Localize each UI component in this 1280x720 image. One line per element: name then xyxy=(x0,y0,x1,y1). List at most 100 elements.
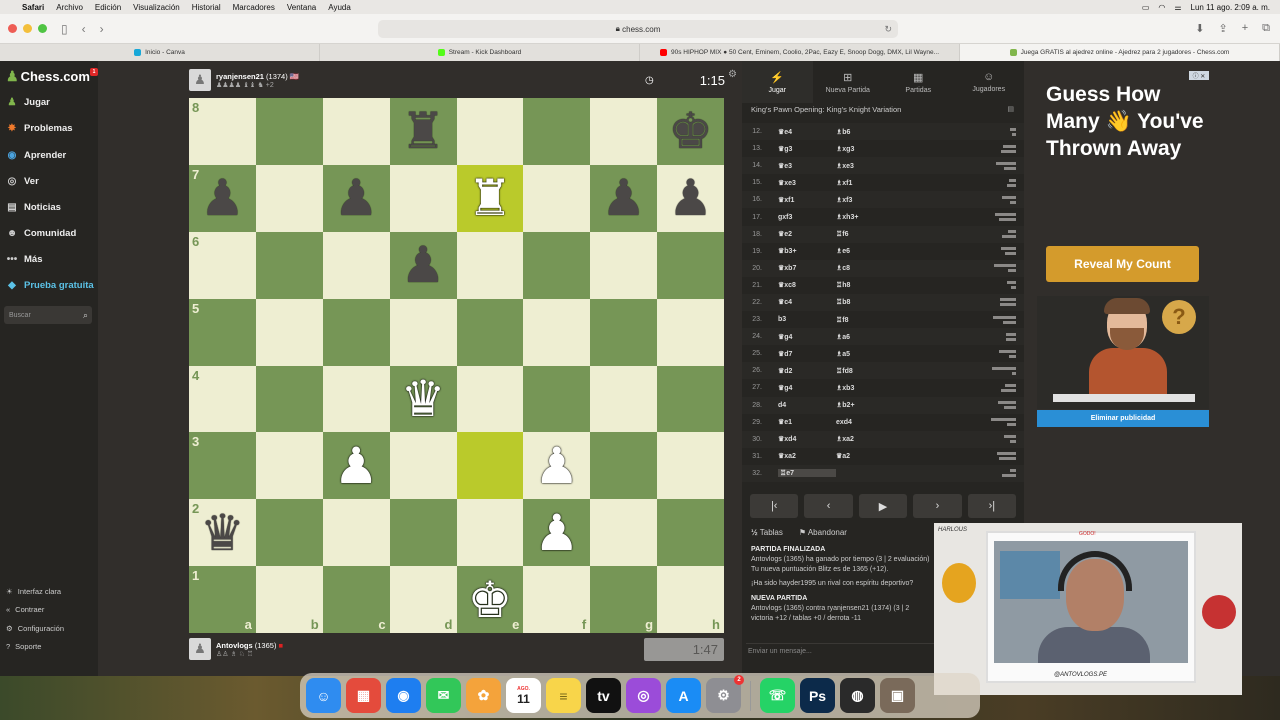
tab-kick[interactable]: Stream - Kick Dashboard xyxy=(320,44,640,61)
sidebar-bottom-interfaz-clara[interactable]: ☀ Interfaz clara xyxy=(6,587,61,596)
white-rook-icon[interactable]: ♜ xyxy=(468,173,513,223)
black-move[interactable]: ♛a2 xyxy=(836,452,896,460)
white-move[interactable]: ♛xe3 xyxy=(778,179,836,187)
square-e1[interactable]: e ♚ xyxy=(456,566,524,633)
board-settings-gear-icon[interactable]: ⚙ xyxy=(728,69,737,80)
close-window-button[interactable] xyxy=(8,24,17,33)
square-g7[interactable]: ♟ xyxy=(590,164,658,232)
menu-edicion[interactable]: Edición xyxy=(95,3,121,12)
play-button[interactable]: ▶ xyxy=(858,494,908,518)
safari-icon[interactable]: ◉ xyxy=(386,678,421,713)
reveal-count-button[interactable]: Reveal My Count xyxy=(1046,246,1199,282)
podcasts-icon[interactable]: ◎ xyxy=(626,678,661,713)
menu-archivo[interactable]: Archivo xyxy=(56,3,83,12)
sidebar-bottom-soporte[interactable]: ? Soporte xyxy=(6,642,41,651)
square-a7[interactable]: 7 ♟ xyxy=(189,164,256,232)
tv-icon[interactable]: tv xyxy=(586,678,621,713)
photos-icon[interactable]: ✿ xyxy=(466,678,501,713)
white-pawn-icon[interactable]: ♟ xyxy=(334,441,379,491)
menu-datetime[interactable]: Lun 11 ago. 2:09 a. m. xyxy=(1191,3,1270,12)
remove-ads-button[interactable]: Eliminar publicidad xyxy=(1037,410,1209,427)
black-move[interactable]: ♖f6 xyxy=(836,230,896,238)
tab-overview-icon[interactable]: ⧉ xyxy=(1262,22,1270,35)
square-f7[interactable] xyxy=(523,164,591,232)
previous-move-button[interactable]: ‹ xyxy=(804,494,853,518)
launchpad-icon[interactable]: ▦ xyxy=(346,678,381,713)
white-pawn-icon[interactable]: ♟ xyxy=(534,441,579,491)
square-g6[interactable] xyxy=(590,231,658,299)
white-move[interactable]: ♛g4 xyxy=(778,384,836,392)
top-player-avatar[interactable]: ♟ xyxy=(189,69,211,91)
black-move[interactable]: ♗xg3 xyxy=(836,145,896,153)
white-move[interactable]: ♛xa2 xyxy=(778,452,836,460)
book-icon[interactable]: ▤ xyxy=(1007,105,1014,113)
black-move[interactable]: ♗e6 xyxy=(836,247,896,255)
square-h6[interactable] xyxy=(657,231,724,299)
square-f1[interactable]: f xyxy=(523,566,591,633)
obs-icon[interactable]: ◍ xyxy=(840,678,875,713)
back-icon[interactable]: ‹ xyxy=(82,22,86,36)
square-a8[interactable]: 8 xyxy=(189,98,256,165)
square-f6[interactable] xyxy=(523,231,591,299)
white-move[interactable]: ♛d2 xyxy=(778,367,836,375)
white-move[interactable]: ♛e2 xyxy=(778,230,836,238)
square-e8[interactable] xyxy=(456,98,524,165)
white-move[interactable]: ♛e3 xyxy=(778,162,836,170)
square-d3[interactable] xyxy=(389,432,457,500)
white-move[interactable]: ♛c4 xyxy=(778,298,836,306)
square-h1[interactable]: h xyxy=(657,566,724,633)
battery-icon[interactable]: ▭ xyxy=(1142,3,1150,12)
square-c2[interactable] xyxy=(322,499,390,567)
sidebar-toggle-icon[interactable]: ▯ xyxy=(61,22,68,36)
chess-board[interactable]: 8 ♜ ♚ 7 ♟ ♟ ♜ ♟ ♟ 6 ♟ 5 4 ♛ 3 ♟ ♟ 2 ♛ ♟ 1 a b c d e ♚ f g h xyxy=(189,98,724,633)
black-move[interactable]: ♗xf1 xyxy=(836,179,896,187)
ad-close-icon[interactable]: ⓘ ✕ xyxy=(1189,71,1209,80)
sidebar-item-m-s[interactable]: ••• Más xyxy=(6,254,43,265)
square-c1[interactable]: c xyxy=(322,566,390,633)
black-move[interactable]: ♗b2+ xyxy=(836,401,896,409)
black-move[interactable]: exd4 xyxy=(836,419,896,426)
black-pawn-icon[interactable]: ♟ xyxy=(334,173,379,223)
chess-logo[interactable]: ♟ Chess.com 1 xyxy=(6,68,98,85)
menu-app-name[interactable]: Safari xyxy=(22,3,44,12)
notification-badge[interactable]: 1 xyxy=(90,68,98,76)
tab-nueva-partida[interactable]: ⊞ Nueva Partida xyxy=(813,61,884,103)
reload-icon[interactable]: ↻ xyxy=(884,24,892,35)
square-b4[interactable] xyxy=(255,365,323,433)
next-move-button[interactable]: › xyxy=(913,494,962,518)
tab-youtube[interactable]: 90s HIPHOP MIX ● 50 Cent, Eminem, Coolio… xyxy=(640,44,960,61)
square-h8[interactable]: ♚ xyxy=(657,98,724,165)
settings-icon[interactable]: ⚙ 2 xyxy=(706,675,744,713)
square-g5[interactable] xyxy=(590,298,658,366)
square-h3[interactable] xyxy=(657,432,724,500)
first-move-button[interactable]: |‹ xyxy=(750,494,799,518)
white-move[interactable]: d4 xyxy=(778,402,836,409)
square-c5[interactable] xyxy=(322,298,390,366)
square-c6[interactable] xyxy=(322,231,390,299)
square-d2[interactable] xyxy=(389,499,457,567)
sidebar-bottom-contraer[interactable]: «Contraer xyxy=(6,605,44,614)
white-move[interactable]: ♛e4 xyxy=(778,128,836,136)
sidebar-item-prueba-gratuita[interactable]: ◆ Prueba gratuita xyxy=(6,280,94,291)
black-move[interactable]: ♖h8 xyxy=(836,281,896,289)
square-b3[interactable] xyxy=(255,432,323,500)
white-move[interactable]: ♛xc8 xyxy=(778,281,836,289)
square-g3[interactable] xyxy=(590,432,658,500)
control-center-icon[interactable]: ⚌ xyxy=(1174,3,1181,12)
black-move[interactable]: ♗a5 xyxy=(836,350,896,358)
square-h4[interactable] xyxy=(657,365,724,433)
black-pawn-icon[interactable]: ♟ xyxy=(401,240,446,290)
black-move[interactable]: ♖fd8 xyxy=(836,367,896,375)
square-d1[interactable]: d xyxy=(389,566,457,633)
menu-ventana[interactable]: Ventana xyxy=(287,3,316,12)
calendar-icon[interactable]: AGO. 11 xyxy=(506,678,541,713)
square-d8[interactable]: ♜ xyxy=(389,98,457,165)
white-king-icon[interactable]: ♚ xyxy=(468,575,513,625)
square-d6[interactable]: ♟ xyxy=(389,231,457,299)
wifi-icon[interactable]: ◠ xyxy=(1158,3,1165,12)
square-f5[interactable] xyxy=(523,298,591,366)
square-e4[interactable] xyxy=(456,365,524,433)
black-move[interactable]: ♗xf3 xyxy=(836,196,896,204)
square-a3[interactable]: 3 xyxy=(189,432,256,500)
black-move[interactable]: ♗xa2 xyxy=(836,435,896,443)
